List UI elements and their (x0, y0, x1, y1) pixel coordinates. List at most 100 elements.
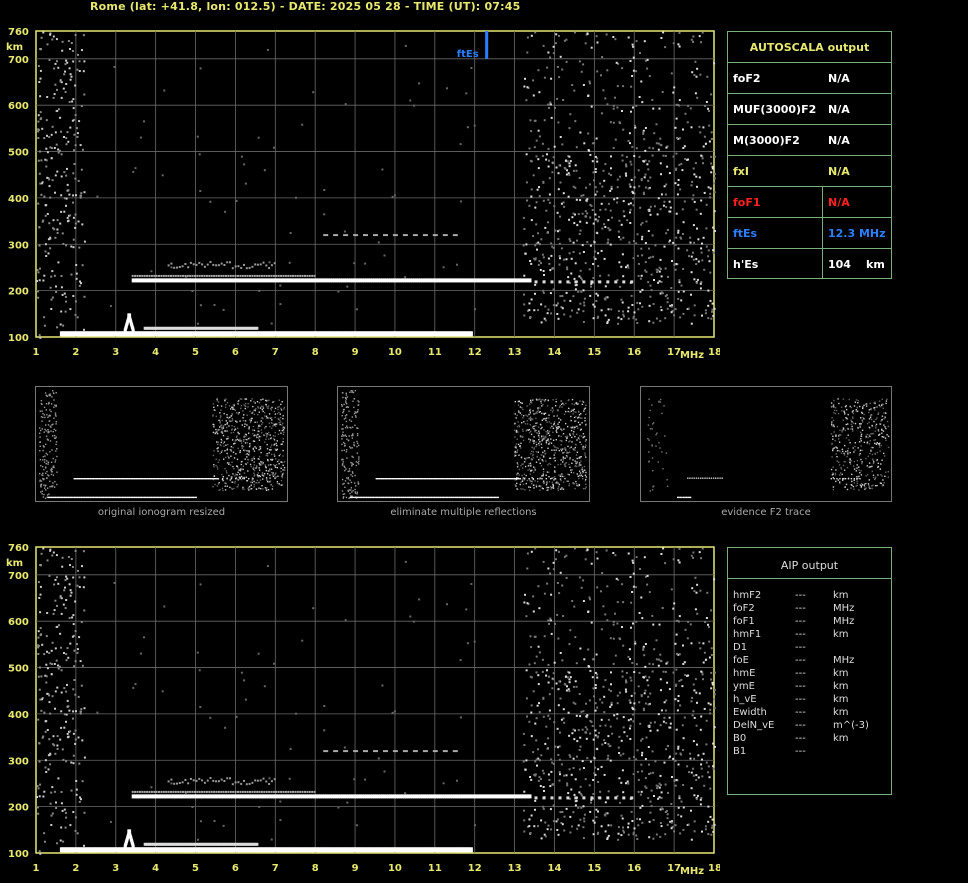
aip-unit: MHz (833, 655, 855, 666)
x-tick-label: 7 (272, 863, 279, 874)
aip-row-b0: B0 --- km (733, 733, 888, 746)
y-tick-label: 100 (8, 333, 29, 344)
ionogram-top: 760700600500400300200100km1 2 3 4 5 6 7 8 9 10 11 1… (6, 27, 720, 361)
autoscala-key: foF2 (733, 72, 761, 85)
x-tick-label: 13 (508, 347, 522, 358)
thumbnail-eliminate-multiple (337, 386, 590, 502)
x-tick-label: 5 (192, 863, 199, 874)
aip-value: --- (795, 720, 806, 731)
aip-key: foF2 (733, 603, 755, 614)
x-tick-label: 1 (33, 347, 40, 358)
aip-key: B1 (733, 746, 747, 757)
header-title: Rome (lat: +41.8, lon: 012.5) - DATE: 20… (90, 0, 521, 13)
thumb-frame (337, 386, 590, 502)
y-tick-label: 760 (8, 27, 29, 38)
y-tick-label: 500 (8, 148, 29, 159)
x-tick-label: 14 (548, 863, 562, 874)
aip-key: hmE (733, 668, 756, 679)
y-tick-label: 400 (8, 194, 29, 205)
x-tick-label: 12 (468, 347, 482, 358)
x-tick-label: 14 (548, 347, 562, 358)
autoscala-row-muf-3000-f2: MUF(3000)F2 N/A (728, 94, 891, 125)
autoscala-row-h-es: h'Es 104 km (728, 248, 891, 279)
aip-title: AIP output (780, 559, 839, 572)
aip-value: --- (795, 616, 806, 627)
aip-row-h-ve: h_vE --- km (733, 694, 888, 707)
thumbnail-evidence-f2 (640, 386, 892, 502)
x-tick-label: 12 (468, 863, 482, 874)
ftes-label: ftEs (457, 49, 479, 60)
aip-unit: km (833, 590, 849, 601)
x-unit-label: MHz (680, 866, 704, 877)
autoscala-key: foF1 (733, 196, 761, 209)
autoscala-row-fof2: foF2 N/A (728, 63, 891, 94)
aip-row-deln-ve: DelN_vE --- m^(-3) (733, 720, 888, 733)
aip-row-hme: hmE --- km (733, 668, 888, 681)
x-tick-label: 10 (388, 863, 402, 874)
autoscala-value: N/A (828, 134, 850, 147)
x-tick-label: 16 (627, 347, 641, 358)
aip-row-hmf2: hmF2 --- km (733, 590, 888, 603)
autoscala-value: N/A (828, 103, 850, 116)
y-tick-label: 600 (8, 617, 29, 628)
aip-key: B0 (733, 733, 747, 744)
x-tick-label: 3 (112, 863, 119, 874)
aip-row-yme: ymE --- km (733, 681, 888, 694)
caption-eliminate: eliminate multiple reflections (390, 507, 537, 518)
aip-value: --- (795, 655, 806, 666)
x-tick-label: 18 (708, 863, 720, 874)
aip-value: --- (795, 590, 806, 601)
aip-unit: m^(-3) (833, 720, 869, 731)
autoscala-row-ftes: ftEs 12.3 MHz (728, 217, 891, 249)
autoscala-value: N/A (828, 196, 850, 209)
aip-row-fof1: foF1 --- MHz (733, 616, 888, 629)
x-tick-label: 9 (352, 863, 359, 874)
y-tick-label: 200 (8, 287, 29, 298)
aip-key: D1 (733, 642, 748, 653)
x-tick-label: 7 (272, 347, 279, 358)
autoscala-row-fxi: fxI N/A (728, 156, 891, 187)
aip-row-fof2: foF2 --- MHz (733, 603, 888, 616)
aip-row-ewidth: Ewidth --- km (733, 707, 888, 720)
aip-value: --- (795, 694, 806, 705)
caption-evidence: evidence F2 trace (721, 507, 811, 518)
x-tick-label: 6 (232, 347, 239, 358)
aip-unit: km (833, 681, 849, 692)
x-tick-label: 10 (388, 347, 402, 358)
ftes-marker (485, 31, 489, 59)
aip-value: --- (795, 629, 806, 640)
x-tick-label: 16 (627, 863, 641, 874)
aip-key: foF1 (733, 616, 755, 627)
plot-frame (35, 30, 715, 338)
x-unit-label: MHz (680, 350, 704, 361)
aip-unit: km (833, 733, 849, 744)
autoscala-key: ftEs (733, 227, 758, 240)
plot-frame (35, 546, 715, 854)
aip-unit: km (833, 629, 849, 640)
autoscala-key: M(3000)F2 (733, 134, 800, 147)
aip-unit: km (833, 668, 849, 679)
autoscala-row-m-3000-f2: M(3000)F2 N/A (728, 125, 891, 156)
aip-value: --- (795, 681, 806, 692)
y-tick-label: 700 (8, 571, 29, 582)
autoscala-value: N/A (828, 72, 850, 85)
y-unit-label: km (6, 558, 23, 569)
aip-key: Ewidth (733, 707, 767, 718)
autoscala-key: MUF(3000)F2 (733, 103, 817, 116)
autoscala-title: AUTOSCALA output (749, 41, 870, 54)
aip-row-hmf1: hmF1 --- km (733, 629, 888, 642)
x-tick-label: 2 (72, 347, 79, 358)
x-tick-label: 15 (587, 863, 601, 874)
thumb-frame (640, 386, 892, 502)
aip-value: --- (795, 668, 806, 679)
y-tick-label: 500 (8, 664, 29, 675)
y-tick-label: 760 (8, 543, 29, 554)
aip-row-d1: D1 --- (733, 642, 888, 655)
y-unit-label: km (6, 42, 23, 53)
aip-key: foE (733, 655, 749, 666)
y-tick-label: 600 (8, 101, 29, 112)
x-tick-label: 8 (312, 863, 319, 874)
ionogram-bottom: 760700600500400300200100km1 2 3 4 5 6 7 8 9 10 11 1… (6, 543, 720, 877)
thumbnail-original (35, 386, 288, 502)
aip-table: AIP output hmF2 --- km foF2 --- MHz foF1 --- MHz… (727, 547, 892, 795)
